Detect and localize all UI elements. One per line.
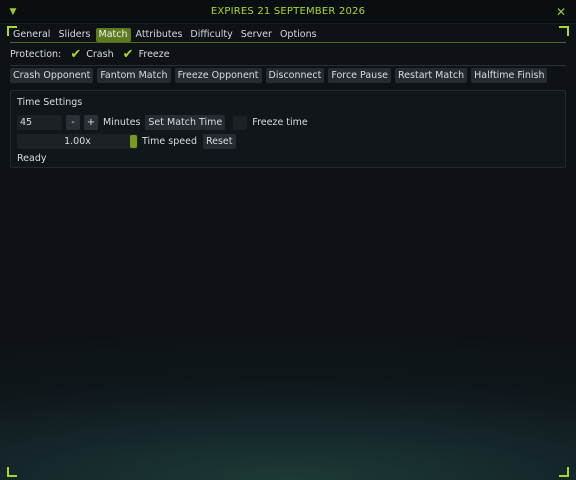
halftime-finish-button[interactable]: Halftime Finish: [471, 68, 548, 83]
disconnect-button[interactable]: Disconnect: [265, 68, 325, 83]
slider-handle[interactable]: [130, 135, 137, 148]
freeze-opponent-button[interactable]: Freeze Opponent: [174, 68, 262, 83]
minutes-input[interactable]: 45: [17, 115, 62, 130]
time-speed-slider[interactable]: 1.00x: [17, 134, 138, 149]
protection-crash-checkbox[interactable]: ✔ Crash: [69, 47, 114, 62]
cheat-menu-window: ▼ EXPIRES 21 SEPTEMBER 2026 ✕ General Sl…: [0, 0, 576, 480]
divider: [10, 65, 566, 66]
minutes-label: Minutes: [103, 117, 141, 128]
close-icon[interactable]: ✕: [554, 4, 568, 20]
tab-bar: General Sliders Match Attributes Difficu…: [10, 28, 320, 42]
corner-bracket-top-right: [559, 26, 569, 36]
tab-attributes[interactable]: Attributes: [133, 28, 186, 42]
background-glow: [0, 330, 576, 480]
freeze-time-label: Freeze time: [252, 117, 308, 128]
protection-crash-label: Crash: [86, 48, 114, 60]
minutes-decrement-button[interactable]: -: [66, 115, 80, 130]
protection-row: Protection: ✔ Crash ✔ Freeze: [10, 46, 178, 62]
title-bar[interactable]: ▼ EXPIRES 21 SEPTEMBER 2026 ✕: [0, 0, 576, 24]
tab-server[interactable]: Server: [238, 28, 275, 42]
corner-bracket-bottom-left: [7, 467, 17, 477]
reset-button[interactable]: Reset: [202, 134, 236, 149]
window-title: EXPIRES 21 SEPTEMBER 2026: [210, 6, 366, 17]
minutes-increment-button[interactable]: +: [84, 115, 98, 130]
fantom-match-button[interactable]: Fantom Match: [97, 68, 171, 83]
force-pause-button[interactable]: Force Pause: [328, 68, 391, 83]
checkmark-icon[interactable]: ✔: [69, 47, 82, 62]
protection-freeze-checkbox[interactable]: ✔ Freeze: [122, 47, 170, 62]
time-settings-title: Time Settings: [17, 97, 83, 108]
match-time-row: 45 - + Minutes Set Match Time Freeze tim…: [17, 115, 308, 130]
tab-general[interactable]: General: [10, 28, 53, 42]
tab-sliders[interactable]: Sliders: [55, 28, 93, 42]
tab-difficulty[interactable]: Difficulty: [187, 28, 235, 42]
time-settings-panel: Time Settings 45 - + Minutes Set Match T…: [10, 90, 566, 168]
tab-options[interactable]: Options: [277, 28, 320, 42]
crash-opponent-button[interactable]: Crash Opponent: [10, 68, 94, 83]
time-speed-label: Time speed: [142, 136, 197, 147]
tab-match[interactable]: Match: [95, 28, 131, 42]
protection-freeze-label: Freeze: [138, 48, 170, 60]
time-speed-row: 1.00x Time speed Reset: [17, 134, 236, 149]
status-text: Ready: [17, 153, 47, 164]
protection-label: Protection:: [10, 48, 62, 60]
corner-bracket-bottom-right[interactable]: [559, 467, 569, 477]
freeze-time-checkbox[interactable]: [233, 115, 248, 130]
set-match-time-button[interactable]: Set Match Time: [145, 115, 226, 130]
restart-match-button[interactable]: Restart Match: [395, 68, 468, 83]
tab-underline: [10, 42, 566, 43]
match-actions: Crash Opponent Fantom Match Freeze Oppon…: [10, 68, 548, 83]
time-speed-value: 1.00x: [64, 136, 91, 147]
checkmark-icon[interactable]: ✔: [122, 47, 135, 62]
